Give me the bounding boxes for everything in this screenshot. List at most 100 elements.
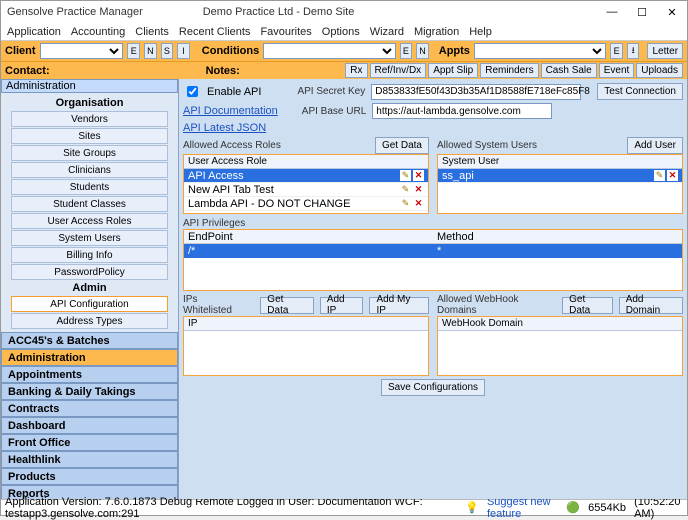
cond-n[interactable]: N <box>416 43 429 59</box>
addmyip-button[interactable]: Add My IP <box>369 297 429 314</box>
letter-button[interactable]: Letter <box>647 43 683 59</box>
roles-getdata-button[interactable]: Get Data <box>375 137 429 154</box>
edit-icon[interactable]: ✎ <box>400 170 411 181</box>
left-nav: Administration Organisation Vendors Site… <box>1 79 179 499</box>
addip-button[interactable]: Add IP <box>320 297 364 314</box>
roles-row-2[interactable]: Lambda API - DO NOT CHANGE ✎✕ <box>184 197 428 211</box>
roles-col: User Access Role <box>184 155 428 169</box>
download-icon[interactable]: ⭳ <box>627 43 640 59</box>
memory-icon: 🟢 <box>566 501 580 514</box>
roles-row-0[interactable]: API Access ✎✕ <box>184 169 428 183</box>
btn-ref[interactable]: Ref/Inv/Dx <box>370 63 427 78</box>
btn-reminders[interactable]: Reminders <box>480 63 538 78</box>
menu-favourites[interactable]: Favourites <box>260 26 311 38</box>
enable-api-checkbox[interactable] <box>187 86 198 97</box>
site-title: Demo Practice Ltd - Demo Site <box>203 6 355 18</box>
delete-icon[interactable]: ✕ <box>413 198 424 209</box>
priv-row[interactable]: /* * <box>184 244 682 258</box>
statusbar: Application Version: 7.6.0.1873 Debug Re… <box>1 499 687 515</box>
webhook-list[interactable]: WebHook Domain <box>437 316 683 376</box>
api-json-link[interactable]: API Latest JSON <box>183 122 266 134</box>
nav-sites[interactable]: Sites <box>11 128 168 144</box>
appts-select[interactable] <box>474 43 606 59</box>
btn-rx[interactable]: Rx <box>345 63 367 78</box>
close-icon[interactable]: ✕ <box>663 5 681 19</box>
ips-title: IPs Whitelisted <box>183 294 248 316</box>
nav-students[interactable]: Students <box>11 179 168 195</box>
nav-password-policy[interactable]: PasswordPolicy <box>11 264 168 280</box>
nav-user-access-roles[interactable]: User Access Roles <box>11 213 168 229</box>
stack-front-office[interactable]: Front Office <box>1 434 178 451</box>
stack-acc45[interactable]: ACC45's & Batches <box>1 332 178 349</box>
menu-wizard[interactable]: Wizard <box>370 26 404 38</box>
conditions-select[interactable] <box>263 43 395 59</box>
btn-cash-sale[interactable]: Cash Sale <box>541 63 597 78</box>
ips-getdata-button[interactable]: Get Data <box>260 297 314 314</box>
users-row-0-label: ss_api <box>442 170 474 182</box>
users-list[interactable]: System User ss_api ✎✕ <box>437 154 683 214</box>
stack-products[interactable]: Products <box>1 468 178 485</box>
roles-row-1[interactable]: New API Tab Test ✎✕ <box>184 183 428 197</box>
menu-application[interactable]: Application <box>7 26 61 38</box>
api-doc-link[interactable]: API Documentation <box>183 105 278 117</box>
menu-clients[interactable]: Clients <box>135 26 169 38</box>
stack-appointments[interactable]: Appointments <box>1 366 178 383</box>
app-title: Gensolve Practice Manager <box>7 6 143 18</box>
nav-system-users[interactable]: System Users <box>11 230 168 246</box>
contactbar: Contact: Notes: Rx Ref/Inv/Dx Appt Slip … <box>1 61 687 79</box>
delete-icon[interactable]: ✕ <box>667 170 678 181</box>
menu-accounting[interactable]: Accounting <box>71 26 125 38</box>
delete-icon[interactable]: ✕ <box>413 184 424 195</box>
stack-contracts[interactable]: Contracts <box>1 400 178 417</box>
menu-migration[interactable]: Migration <box>414 26 459 38</box>
nav-vendors[interactable]: Vendors <box>11 111 168 127</box>
stack-banking[interactable]: Banking & Daily Takings <box>1 383 178 400</box>
btn-appt-slip[interactable]: Appt Slip <box>428 63 478 78</box>
roles-title: Allowed Access Roles <box>183 140 281 151</box>
save-configurations-button[interactable]: Save Configurations <box>381 379 485 396</box>
stack-dashboard[interactable]: Dashboard <box>1 417 178 434</box>
menu-recent-clients[interactable]: Recent Clients <box>179 26 251 38</box>
adddomain-button[interactable]: Add Domain <box>619 297 683 314</box>
test-connection-button[interactable]: Test Connection <box>597 83 683 100</box>
minimize-icon[interactable]: — <box>603 5 621 19</box>
nav-clinicians[interactable]: Clinicians <box>11 162 168 178</box>
ips-list[interactable]: IP <box>183 316 429 376</box>
client-select[interactable] <box>40 43 124 59</box>
privileges-panel: EndPoint Method /* * <box>183 229 683 291</box>
baseurl-label: API Base URL <box>302 106 366 117</box>
secret-value[interactable]: D853833fE50f43D3b35Af1D8588fE718eFc85F8 <box>371 84 581 100</box>
toolbar-e[interactable]: E <box>127 43 140 59</box>
edit-icon[interactable]: ✎ <box>400 198 411 209</box>
btn-uploads[interactable]: Uploads <box>636 63 683 78</box>
nav-student-classes[interactable]: Student Classes <box>11 196 168 212</box>
adduser-button[interactable]: Add User <box>627 137 683 154</box>
toolbar-i[interactable]: I <box>177 43 190 59</box>
cond-e[interactable]: E <box>400 43 413 59</box>
stack-administration[interactable]: Administration <box>1 349 178 366</box>
edit-icon[interactable]: ✎ <box>654 170 665 181</box>
nav-site-groups[interactable]: Site Groups <box>11 145 168 161</box>
stack-healthlink[interactable]: Healthlink <box>1 451 178 468</box>
appts-e-icon[interactable]: E <box>610 43 623 59</box>
nav-billing-info[interactable]: Billing Info <box>11 247 168 263</box>
nav-api-configuration[interactable]: API Configuration <box>11 296 168 312</box>
menu-options[interactable]: Options <box>322 26 360 38</box>
priv-title: API Privileges <box>183 218 245 229</box>
toolbar-n[interactable]: N <box>144 43 157 59</box>
delete-icon[interactable]: ✕ <box>413 170 424 181</box>
maximize-icon[interactable]: ☐ <box>633 5 651 19</box>
toolbar: Client E N S I Conditions E N Appts E ⭳ … <box>1 41 687 61</box>
baseurl-value[interactable]: https://aut-lambda.gensolve.com <box>372 103 552 119</box>
menu-help[interactable]: Help <box>469 26 492 38</box>
nav-address-types[interactable]: Address Types <box>11 313 168 329</box>
roles-list[interactable]: User Access Role API Access ✎✕ New API T… <box>183 154 429 214</box>
users-row-0[interactable]: ss_api ✎✕ <box>438 169 682 183</box>
toolbar-s[interactable]: S <box>161 43 174 59</box>
edit-icon[interactable]: ✎ <box>400 184 411 195</box>
appts-label: Appts <box>439 45 470 57</box>
btn-event[interactable]: Event <box>599 63 635 78</box>
webhook-getdata-button[interactable]: Get Data <box>562 297 613 314</box>
contact-label: Contact: <box>5 65 50 77</box>
main-area: Administration Organisation Vendors Site… <box>1 79 687 499</box>
